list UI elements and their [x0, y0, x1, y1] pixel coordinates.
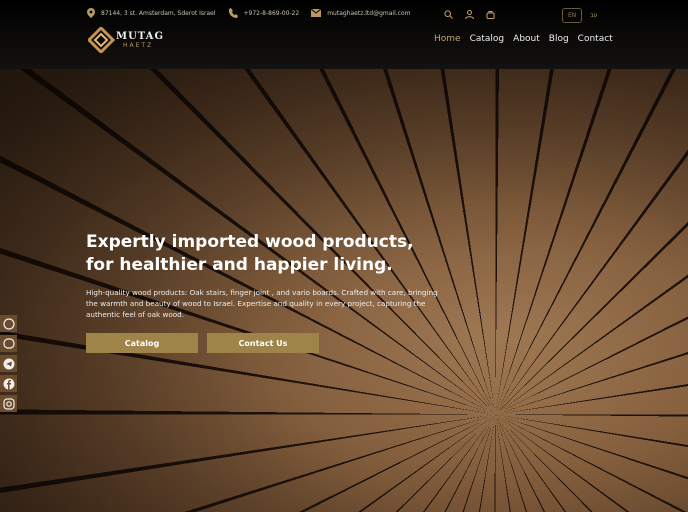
contact-us-button[interactable]: Contact Us	[207, 333, 319, 353]
phone-icon	[228, 8, 238, 18]
search-icon[interactable]	[444, 10, 453, 19]
phone-link[interactable]: +972-8-869-00-22	[244, 10, 300, 17]
mail-icon	[311, 9, 322, 17]
telegram-icon[interactable]	[0, 355, 17, 372]
user-icon[interactable]	[465, 10, 474, 19]
catalog-button[interactable]: Catalog	[86, 333, 198, 353]
hero-section: Expertly imported wood products, for hea…	[0, 69, 688, 512]
viber-icon[interactable]	[0, 335, 17, 352]
facebook-icon[interactable]	[0, 375, 17, 392]
logo-name: MUTAG	[116, 31, 164, 42]
nav-blog[interactable]: Blog	[549, 34, 569, 44]
logo-icon	[88, 27, 116, 53]
lang-he-button[interactable]: עב	[590, 12, 597, 19]
contact-bar: 87144, 3 st. Amsterdam, Sderot Israel +9…	[87, 8, 422, 18]
logo[interactable]: MUTAG HAETZ	[88, 27, 164, 53]
location-icon	[87, 8, 95, 18]
nav-catalog[interactable]: Catalog	[470, 34, 505, 44]
hero-title: Expertly imported wood products, for hea…	[86, 232, 414, 275]
nav-contact[interactable]: Contact	[578, 34, 613, 44]
header: 87144, 3 st. Amsterdam, Sderot Israel +9…	[0, 0, 688, 69]
nav-about[interactable]: About	[513, 34, 540, 44]
instagram-icon[interactable]	[0, 395, 17, 412]
address: 87144, 3 st. Amsterdam, Sderot Israel	[101, 9, 216, 17]
logo-sub: HAETZ	[123, 42, 154, 49]
hero-text: High-quality wood products: Oak stairs, …	[86, 288, 438, 319]
bag-icon[interactable]	[486, 10, 495, 19]
social-bar	[0, 315, 17, 412]
main-nav: Home Catalog About Blog Contact	[434, 34, 613, 44]
email-link[interactable]: mutaghaetz.ltd@gmail.com	[327, 10, 410, 17]
lang-en-button[interactable]: EN	[562, 8, 583, 23]
whatsapp-icon[interactable]	[0, 315, 17, 332]
nav-home[interactable]: Home	[434, 34, 461, 44]
